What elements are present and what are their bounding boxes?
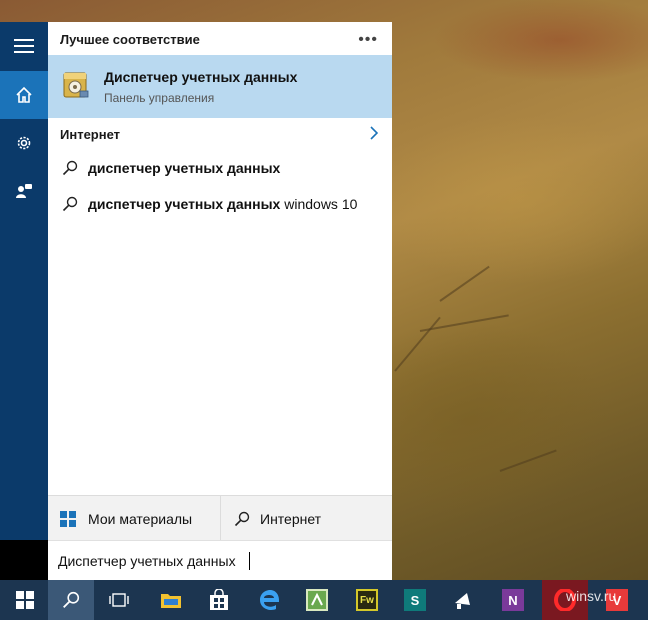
taskbar-sway[interactable]: S — [392, 580, 438, 620]
announcement-app-icon — [455, 593, 470, 609]
store-icon — [210, 589, 228, 610]
best-match-title: Диспетчер учетных данных — [104, 69, 298, 85]
watermark-text: winsv.ru — [566, 588, 617, 604]
hamburger-icon — [14, 39, 34, 53]
settings-icon — [17, 136, 31, 150]
hamburger-menu-button[interactable] — [0, 22, 48, 70]
search-icon — [234, 511, 250, 526]
web-suggestion-2[interactable]: диспетчер учетных данных windows 10 — [48, 188, 392, 220]
sway-icon: S — [404, 589, 426, 611]
rail-bottom-strip — [0, 540, 48, 580]
spreadsheet-app-icon — [306, 589, 328, 611]
feedback-icon — [16, 184, 32, 198]
best-match-subtitle: Панель управления — [104, 91, 215, 105]
settings-button[interactable] — [0, 119, 48, 167]
taskbar-onenote[interactable]: N — [490, 580, 536, 620]
start-icon — [16, 591, 34, 609]
start-button[interactable] — [2, 580, 48, 620]
windows-icon — [60, 510, 76, 527]
task-view-icon — [109, 593, 129, 607]
suggestion-bold-text: диспетчер учетных данных — [88, 160, 281, 176]
filter-my-stuff-button[interactable]: Мои материалы — [60, 496, 192, 541]
text-caret — [249, 552, 250, 570]
internet-heading: Интернет — [60, 127, 121, 142]
home-button[interactable] — [0, 71, 48, 119]
start-left-rail — [0, 22, 48, 540]
ellipsis-icon[interactable]: ••• — [358, 31, 378, 49]
best-match-result[interactable]: Диспетчер учетных данных Панель управлен… — [48, 55, 392, 118]
task-view-button[interactable] — [96, 580, 142, 620]
fireworks-icon: Fw — [356, 589, 378, 611]
filter-divider — [220, 496, 221, 541]
taskbar-search-button[interactable] — [48, 580, 94, 620]
web-suggestion-1[interactable]: диспетчер учетных данных — [48, 152, 392, 184]
taskbar-edge[interactable] — [246, 580, 292, 620]
taskbar-spreadsheet-app[interactable] — [294, 580, 340, 620]
feedback-button[interactable] — [0, 167, 48, 215]
taskbar: Fw S N V — [0, 580, 648, 620]
filter-web-button[interactable]: Интернет — [234, 496, 321, 541]
taskbar-file-explorer[interactable] — [148, 580, 194, 620]
suggestion-bold-text: диспетчер учетных данных — [88, 196, 281, 212]
credential-manager-icon — [63, 72, 89, 98]
search-results-panel: Лучшее соответствие ••• Диспетчер учетны… — [48, 22, 392, 540]
search-icon — [62, 160, 78, 176]
suggestion-rest-text: windows 10 — [280, 196, 358, 212]
search-input[interactable] — [58, 551, 378, 571]
search-icon — [62, 196, 78, 212]
filter-my-stuff-label: Мои материалы — [88, 510, 193, 527]
home-icon — [16, 86, 32, 103]
taskbar-announcement-app[interactable] — [440, 580, 486, 620]
taskbar-fireworks[interactable]: Fw — [344, 580, 390, 620]
search-box[interactable] — [48, 540, 392, 580]
filter-web-label: Интернет — [260, 510, 322, 527]
search-filter-bar: Мои материалы Интернет — [48, 495, 392, 541]
taskbar-store[interactable] — [196, 580, 242, 620]
best-match-heading: Лучшее соответствие — [60, 32, 200, 47]
chevron-right-icon[interactable] — [370, 126, 378, 140]
onenote-icon: N — [502, 589, 524, 611]
search-icon — [63, 591, 80, 608]
file-explorer-icon — [161, 594, 181, 608]
edge-icon — [260, 590, 279, 610]
